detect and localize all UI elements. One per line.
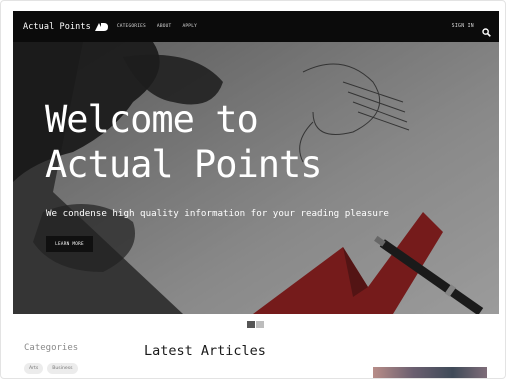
hero-subtitle: We condense high quality information for… [46,208,389,219]
website: Actual Points CATEGORIES ABOUT APPLY SIG… [13,11,499,378]
latest-articles-heading: Latest Articles [144,343,266,359]
article-thumbnail[interactable] [373,367,487,378]
nav-links: CATEGORIES ABOUT APPLY [117,24,197,29]
hero-title: Welcome to Actual Points [45,98,323,186]
brand-name[interactable]: Actual Points [23,22,91,32]
sign-in-link[interactable]: SIGN IN [452,24,474,29]
navbar: Actual Points CATEGORIES ABOUT APPLY SIG… [13,11,499,42]
category-tags: Arts Business [24,363,78,374]
hero-banner: Welcome to Actual Points We condense hig… [13,42,499,314]
brand[interactable]: Actual Points [23,22,108,32]
learn-more-button[interactable]: LEARN MORE [46,236,93,252]
category-tag-business[interactable]: Business [47,363,78,374]
browser-frame: Actual Points CATEGORIES ABOUT APPLY SIG… [0,0,506,379]
brand-logo-icon[interactable] [94,22,108,31]
nav-link-apply[interactable]: APPLY [182,24,197,29]
search-icon[interactable] [482,22,491,37]
nav-link-about[interactable]: ABOUT [157,24,172,29]
category-tag-arts[interactable]: Arts [24,363,44,374]
carousel-indicators [247,321,264,328]
carousel-dot-1[interactable] [247,321,255,328]
categories-heading: Categories [24,343,79,353]
carousel-dot-2[interactable] [256,321,264,328]
nav-link-categories[interactable]: CATEGORIES [117,24,146,29]
nav-right: SIGN IN [452,22,491,37]
